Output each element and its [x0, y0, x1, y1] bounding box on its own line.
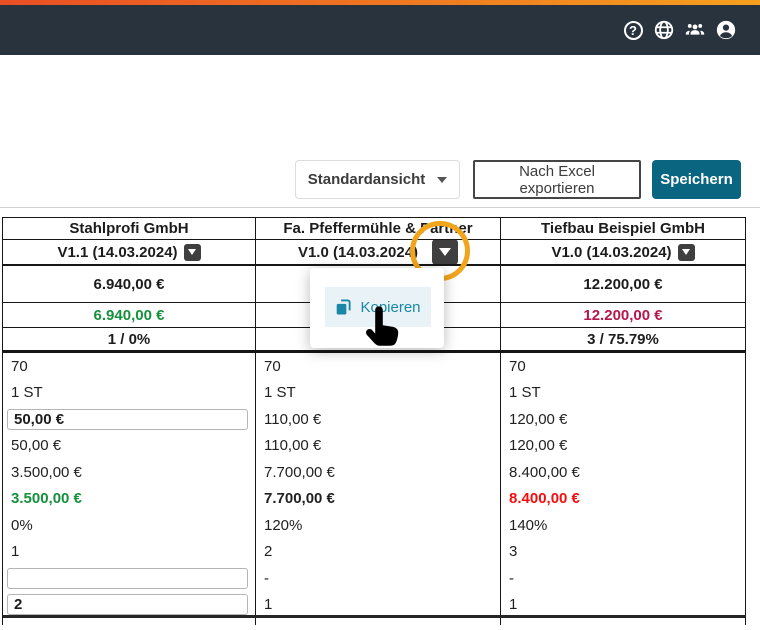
- unit-value: 1 ST: [501, 380, 745, 407]
- unit-price-value: 110,00 €: [256, 433, 500, 460]
- final-total-best: 6.940,00 €: [3, 303, 256, 327]
- team-users-icon[interactable]: [684, 19, 706, 41]
- view-select-dropdown[interactable]: Standardansicht: [295, 160, 460, 199]
- version-context-menu: Kopieren: [310, 268, 444, 348]
- unit-price-value: 120,00 €: [501, 406, 745, 433]
- chevron-down-icon: [437, 177, 447, 183]
- line-final-worst: 8.400,00 €: [501, 486, 745, 513]
- line-total-value: 3.500,00 €: [3, 459, 255, 486]
- version-dropdown-icon-active[interactable]: [432, 240, 458, 264]
- company-header-row: Stahlprofi GmbH Fa. Pfeffermühle & Partn…: [3, 218, 746, 240]
- version-row: V1.1 (14.03.2024) V1.0 (14.03.2024) V1.0…: [3, 240, 746, 266]
- line-rank-value: 3: [501, 539, 745, 566]
- version-dropdown-icon[interactable]: [678, 244, 695, 261]
- help-icon[interactable]: ?: [622, 19, 644, 41]
- app-header: ?: [0, 5, 760, 55]
- count-value: 1: [501, 592, 745, 616]
- copy-icon: [335, 299, 352, 316]
- annotation-input[interactable]: [7, 568, 248, 589]
- unit-value: 1 ST: [256, 380, 500, 407]
- language-globe-icon[interactable]: [653, 19, 675, 41]
- company-name-stahlprofi: Stahlprofi GmbH: [3, 218, 256, 239]
- version-label: V1.0 (14.03.2024): [298, 244, 418, 261]
- quantity-value: 70: [256, 353, 500, 380]
- quantity-value: 70: [501, 353, 745, 380]
- price-level-percent: 140%: [501, 512, 745, 539]
- rank-deviation-value: 1 / 0%: [3, 328, 256, 350]
- line-rank-value: 2: [256, 539, 500, 566]
- count-value: 1: [256, 592, 500, 616]
- unit-value: 1 ST: [3, 380, 255, 407]
- export-excel-button[interactable]: Nach Excel exportieren: [473, 160, 641, 199]
- next-row-sliver: [3, 618, 746, 625]
- version-label: V1.0 (14.03.2024): [551, 244, 671, 261]
- unit-price-value: 120,00 €: [501, 433, 745, 460]
- company-name-tiefbau: Tiefbau Beispiel GmbH: [501, 218, 746, 239]
- quantity-value: 70: [3, 353, 255, 380]
- detail-cell-tiefbau: 70 1 ST 120,00 € 120,00 € 8.400,00 € 8.4…: [501, 353, 746, 615]
- save-button[interactable]: Speichern: [652, 160, 741, 199]
- panel-top-divider: [0, 207, 760, 208]
- annotation-value: -: [501, 565, 745, 592]
- line-rank-value: 1: [3, 539, 255, 566]
- company-name-pfeffermuehle: Fa. Pfeffermühle & Partner: [256, 218, 501, 239]
- version-dropdown-icon[interactable]: [184, 244, 201, 261]
- total-value: 12.200,00 €: [501, 266, 746, 302]
- annotation-value: -: [256, 565, 500, 592]
- help-glyph: ?: [624, 21, 643, 40]
- view-select-value: Standardansicht: [308, 171, 426, 188]
- price-level-percent: 0%: [3, 512, 255, 539]
- rank-deviation-value: 3 / 75.79%: [501, 328, 746, 350]
- line-final-value: 7.700,00 €: [256, 486, 500, 513]
- copy-menu-item[interactable]: Kopieren: [325, 287, 431, 327]
- count-input[interactable]: [7, 594, 248, 615]
- line-total-value: 8.400,00 €: [501, 459, 745, 486]
- account-avatar-icon[interactable]: [715, 19, 737, 41]
- unit-price-input[interactable]: [7, 409, 248, 430]
- copy-menu-label: Kopieren: [360, 299, 420, 316]
- line-total-value: 7.700,00 €: [256, 459, 500, 486]
- unit-price-value: 50,00 €: [3, 433, 255, 460]
- version-label: V1.1 (14.03.2024): [57, 244, 177, 261]
- final-total-worst: 12.200,00 €: [501, 303, 746, 327]
- line-final-best: 3.500,00 €: [3, 486, 255, 513]
- detail-cell-stahlprofi: 70 1 ST 50,00 € 3.500,00 € 3.500,00 € 0%…: [3, 353, 256, 615]
- total-value: 6.940,00 €: [3, 266, 256, 302]
- unit-price-value: 110,00 €: [256, 406, 500, 433]
- price-level-percent: 120%: [256, 512, 500, 539]
- detail-cell-pfeffermuehle: 70 1 ST 110,00 € 110,00 € 7.700,00 € 7.7…: [256, 353, 501, 615]
- position-detail-row: 70 1 ST 50,00 € 3.500,00 € 3.500,00 € 0%…: [3, 353, 746, 618]
